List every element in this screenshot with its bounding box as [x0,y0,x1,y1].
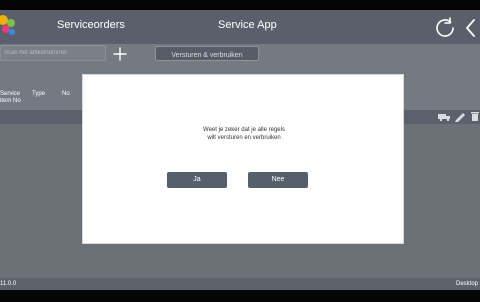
send-and-consume-button[interactable]: Versturen & verbruiken [155,46,259,61]
column-service-item-no[interactable]: Service item No [0,91,26,105]
app-title: Service App [218,19,277,31]
edit-icon[interactable] [455,113,465,122]
refresh-icon[interactable] [433,16,457,40]
service-app: Serviceorders Service App Versturen & ve… [0,0,480,302]
row-action-icons [438,112,479,122]
no-button[interactable]: Nee [248,172,308,188]
screen-bottom-bar [0,290,480,302]
yes-button[interactable]: Ja [167,172,227,188]
delete-icon[interactable] [471,112,479,121]
confirmation-message-line-1: Weet je zeker dat je alle regels [203,127,285,133]
confirmation-message: Weet je zeker dat je alle regels wilt ve… [83,126,405,142]
screen-top-bar [0,0,480,10]
app-header: Serviceorders Service App [0,10,480,44]
column-type[interactable]: Type [32,91,45,97]
article-number-search-input[interactable] [0,45,106,61]
version-label: 11.0.0 [0,281,17,287]
section-title: Serviceorders [57,19,125,31]
confirmation-dialog: Weet je zeker dat je alle regels wilt ve… [82,74,404,244]
back-icon[interactable] [463,16,479,40]
add-icon[interactable] [112,46,128,62]
app-logo-icon [0,15,15,35]
column-no[interactable]: No [62,91,70,97]
device-label: Desktop [455,281,478,287]
truck-icon[interactable] [438,114,450,122]
confirmation-message-line-2: wilt versturen en verbruiken [207,135,281,141]
status-bar: 11.0.0 Desktop [0,278,480,290]
